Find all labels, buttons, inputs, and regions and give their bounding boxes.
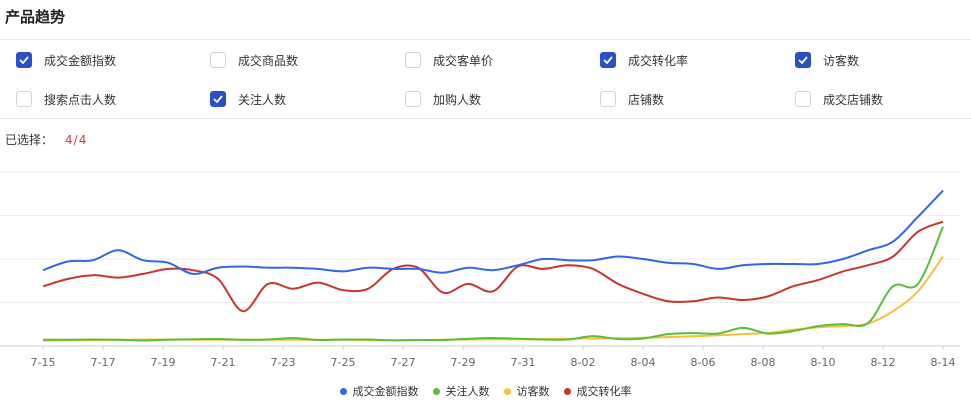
- x-tick-label: 7-17: [91, 356, 116, 369]
- x-tick-label: 8-04: [631, 356, 656, 369]
- x-tick-label: 8-02: [571, 356, 596, 369]
- legend-label: 关注人数: [445, 385, 490, 398]
- legend-dot-icon: [503, 387, 511, 395]
- x-tick-label: 7-23: [271, 356, 296, 369]
- legend-dot-icon: [563, 387, 571, 395]
- chart-legend: 成交金额指数 关注人数 访客数 成交转化率: [0, 381, 971, 401]
- legend-item[interactable]: 关注人数: [432, 383, 490, 399]
- legend-dot-icon: [339, 387, 347, 395]
- trend-chart: 7-15 7-17 7-19 7-21 7-23 7-25 7-27 7-29 7-31 8-02…: [0, 171, 960, 369]
- x-tick-label: 7-15: [31, 356, 56, 369]
- x-tick-label: 7-29: [451, 356, 476, 369]
- legend-label: 访客数: [516, 385, 550, 398]
- x-tick-label: 7-31: [511, 356, 536, 369]
- legend-label: 成交金额指数: [352, 385, 419, 398]
- x-tick-label: 8-08: [751, 356, 776, 369]
- legend-item[interactable]: 访客数: [503, 383, 550, 399]
- x-tick-label: 8-10: [811, 356, 836, 369]
- x-tick-label: 7-27: [391, 356, 416, 369]
- x-tick-label: 7-19: [151, 356, 176, 369]
- x-tick-label: 7-25: [331, 356, 356, 369]
- x-tick-label: 8-06: [691, 356, 716, 369]
- x-tick-label: 7-21: [211, 356, 236, 369]
- legend-item[interactable]: 成交金额指数: [339, 383, 419, 399]
- x-tick-label: 8-14: [931, 356, 956, 369]
- legend-dot-icon: [432, 387, 440, 395]
- series-line-0: [42, 189, 944, 275]
- legend-item[interactable]: 成交转化率: [563, 383, 632, 399]
- legend-label: 成交转化率: [576, 385, 632, 398]
- x-tick-label: 8-12: [871, 356, 896, 369]
